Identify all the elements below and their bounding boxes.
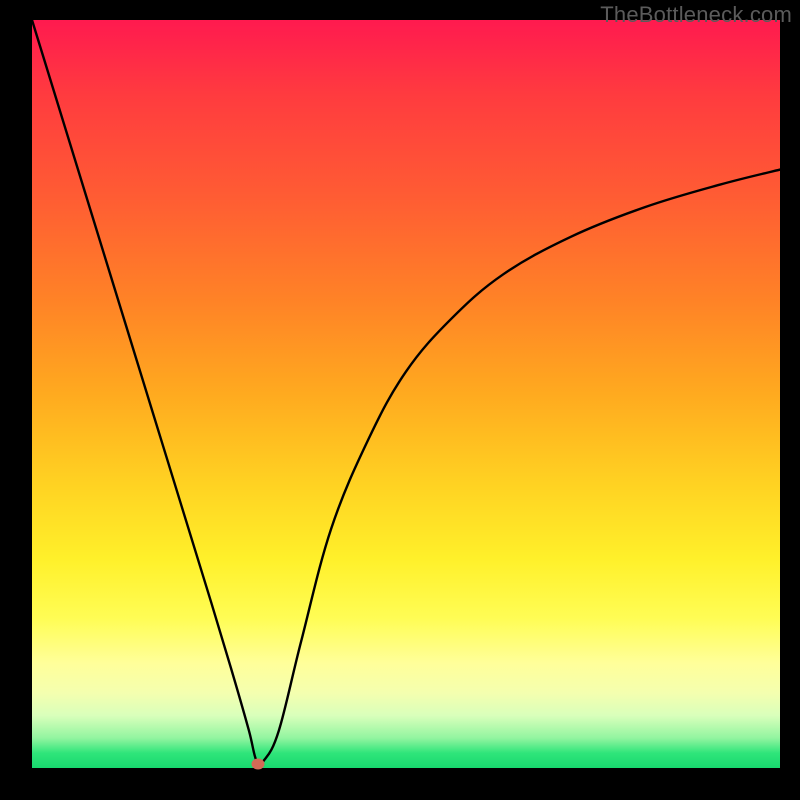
plot-area [32, 20, 780, 768]
bottleneck-curve [32, 20, 780, 768]
watermark-text: TheBottleneck.com [600, 2, 792, 28]
minimum-marker [251, 758, 264, 769]
chart-frame: TheBottleneck.com [0, 0, 800, 800]
